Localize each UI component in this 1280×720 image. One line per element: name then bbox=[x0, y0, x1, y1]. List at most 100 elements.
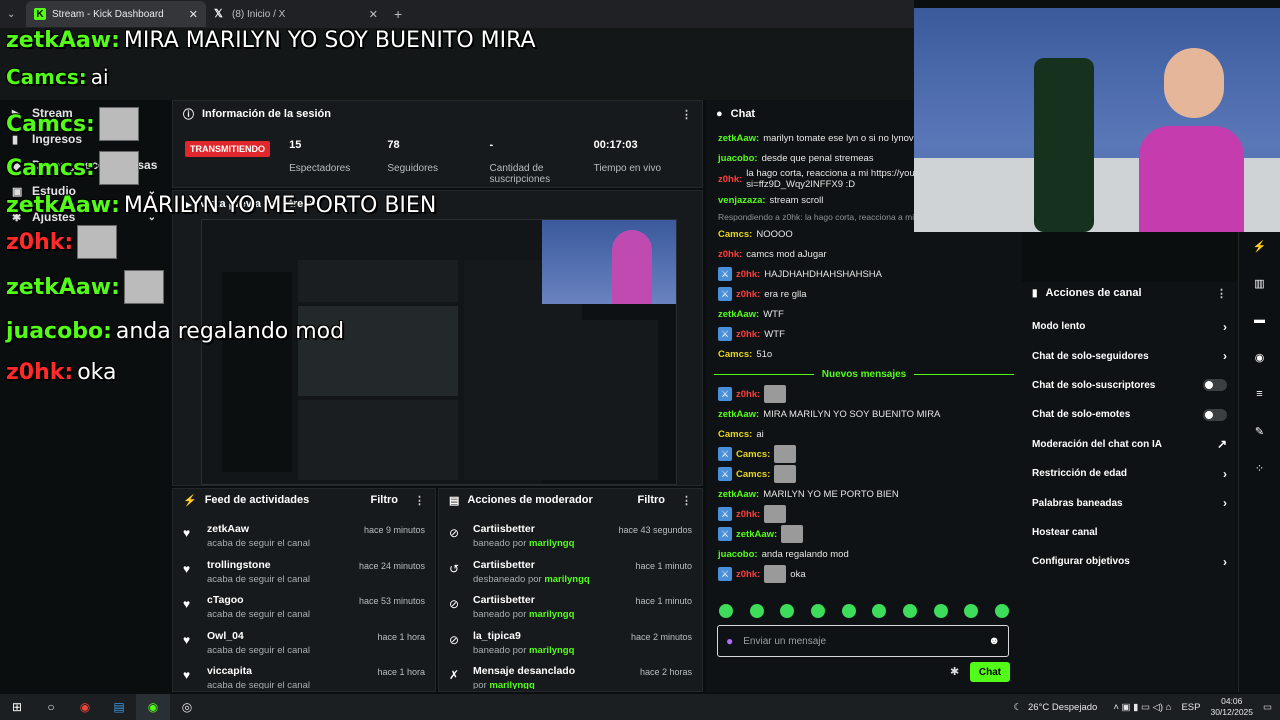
emote-shortcut-icon[interactable] bbox=[719, 604, 733, 618]
channel-action-row[interactable]: Modo lento › bbox=[1022, 312, 1237, 341]
moderator-name[interactable]: marilyngq bbox=[529, 645, 574, 656]
emote-shortcut-icon[interactable] bbox=[749, 604, 764, 618]
close-icon[interactable]: ✕ bbox=[369, 8, 378, 21]
activity-time: hace 53 minutos bbox=[358, 596, 425, 606]
channel-action-label: Configurar objetivos bbox=[1032, 556, 1130, 568]
emote-shortcut-icon[interactable] bbox=[810, 604, 825, 618]
microphone-icon[interactable]: ● bbox=[726, 634, 733, 648]
chat-username[interactable]: juacobo: bbox=[718, 549, 758, 560]
filter-button[interactable]: Filtro bbox=[638, 494, 666, 506]
chat-username[interactable]: Camcs: bbox=[718, 429, 752, 440]
moderator-name[interactable]: marilyngq bbox=[489, 680, 534, 689]
toggle-switch[interactable] bbox=[1203, 408, 1227, 421]
moderator-name[interactable]: marilyngq bbox=[529, 609, 574, 620]
chat-username[interactable]: z0hk: bbox=[736, 569, 760, 580]
tray-icons[interactable]: ˄ ▣ ▮ ▭ ◁) ⌂ bbox=[1113, 702, 1171, 713]
channel-action-row[interactable]: Chat de solo-seguidores › bbox=[1022, 341, 1237, 370]
activity-user[interactable]: cTagoo bbox=[207, 594, 310, 606]
chat-message: juacobo: anda regalando mod bbox=[706, 544, 1022, 564]
channel-action-row[interactable]: Chat de solo-suscriptores bbox=[1022, 371, 1237, 400]
overlay-text: MARILYN YO ME PORTO BIEN bbox=[123, 192, 437, 218]
x-icon: 𝕏 bbox=[214, 8, 223, 20]
filter-button[interactable]: Filtro bbox=[371, 494, 399, 506]
chat-username[interactable]: zetkAaw: bbox=[718, 409, 759, 420]
mod-action-target[interactable]: Cartiisbetter bbox=[473, 559, 590, 571]
chat-icon[interactable]: ▬ bbox=[1250, 310, 1270, 330]
chat-username[interactable]: zetkAaw: bbox=[718, 489, 759, 500]
notification-icon[interactable]: ▭ bbox=[1263, 702, 1272, 713]
chrome-active-icon[interactable]: ◉ bbox=[136, 694, 170, 720]
overlay-text: MIRA MARILYN YO SOY BUENITO MIRA bbox=[123, 27, 536, 53]
channel-action-row[interactable]: Chat de solo-emotes bbox=[1022, 400, 1237, 429]
mod-action-target[interactable]: Cartiisbetter bbox=[473, 523, 574, 535]
emote-shortcut-icon[interactable] bbox=[994, 604, 1009, 618]
activity-user[interactable]: viccapita bbox=[207, 665, 310, 677]
mod-action-target[interactable]: la_tipica9 bbox=[473, 630, 574, 642]
tab-x-home[interactable]: 𝕏 (8) Inicio / X ✕ bbox=[206, 1, 386, 27]
toggle-switch[interactable] bbox=[1203, 379, 1227, 392]
chat-username[interactable]: zetkAaw: bbox=[736, 529, 777, 540]
new-tab-button[interactable]: + bbox=[386, 1, 412, 27]
tab-menu[interactable]: ⌄ bbox=[0, 1, 26, 27]
files-icon[interactable]: ▤ bbox=[102, 694, 136, 720]
channel-action-label: Restricción de edad bbox=[1032, 468, 1128, 480]
emote-shortcut-icon[interactable] bbox=[780, 604, 795, 618]
emote-shortcut-icon[interactable] bbox=[964, 604, 979, 618]
channel-action-row[interactable]: Palabras baneadas › bbox=[1022, 488, 1237, 517]
emote-picker-icon[interactable]: ☻ bbox=[988, 635, 1000, 647]
mod-action-target[interactable]: Cartiisbetter bbox=[473, 594, 574, 606]
tab-kick-dashboard[interactable]: K Stream - Kick Dashboard ✕ bbox=[26, 1, 206, 27]
settings-gear-icon[interactable]: ✱ bbox=[950, 665, 959, 678]
more-icon[interactable]: ⋮ bbox=[1216, 287, 1227, 300]
panel-header: ⚡ Feed de actividades Filtro ⋮ bbox=[173, 489, 435, 511]
overlay-message: Camcs: bbox=[6, 102, 906, 146]
emote-shortcut-icon[interactable] bbox=[872, 604, 887, 618]
chat-input[interactable]: ● Enviar un mensaje ☻ bbox=[717, 625, 1009, 657]
activity-row: ♥ viccapita acaba de seguir el canal hace 1… bbox=[173, 665, 435, 689]
weather-text[interactable]: 26°C Despejado bbox=[1028, 702, 1097, 713]
activity-desc: acaba de seguir el canal bbox=[207, 573, 310, 585]
right-tool-rail: ⚡ ▥ ▬ ◉ ≡ ✎ ⁘ bbox=[1238, 232, 1280, 692]
send-chat-button[interactable]: Chat bbox=[970, 662, 1010, 682]
channel-action-list: Modo lento › Chat de solo-seguidores › Chat … bbox=[1022, 312, 1237, 577]
document-icon[interactable]: ▥ bbox=[1250, 273, 1270, 293]
emote-shortcut-icon[interactable] bbox=[841, 604, 856, 618]
clock[interactable]: 04:06 30/12/2025 bbox=[1210, 696, 1253, 718]
emote-shortcut-icon[interactable] bbox=[902, 604, 917, 618]
activity-row: ♥ Owl_04 acaba de seguir el canal hace 1 ho… bbox=[173, 630, 435, 666]
more-icon[interactable]: ⋮ bbox=[414, 494, 425, 507]
drag-handle-icon[interactable]: ▮ bbox=[1032, 288, 1038, 299]
channel-action-row[interactable]: Moderación del chat con IA ↗ bbox=[1022, 430, 1237, 459]
overlay-message: Camcs: bbox=[6, 146, 906, 190]
chevron-right-icon: › bbox=[1223, 349, 1227, 364]
activity-user[interactable]: trollingstone bbox=[207, 559, 310, 571]
broadcast-icon[interactable]: ◉ bbox=[1250, 347, 1270, 367]
obs-icon[interactable]: ◎ bbox=[170, 694, 204, 720]
language-indicator[interactable]: ESP bbox=[1181, 702, 1200, 713]
channel-action-row[interactable]: Hostear canal bbox=[1022, 518, 1237, 547]
search-icon[interactable]: ○ bbox=[34, 694, 68, 720]
windows-start-icon[interactable]: ⊞ bbox=[0, 694, 34, 720]
heart-icon: ♥ bbox=[183, 597, 191, 611]
emote-shortcut-icon[interactable] bbox=[933, 604, 948, 618]
activity-user[interactable]: Owl_04 bbox=[207, 630, 310, 642]
channel-action-row[interactable]: Configurar objetivos › bbox=[1022, 547, 1237, 576]
activity-user[interactable]: zetkAaw bbox=[207, 523, 310, 535]
chrome-icon[interactable]: ◉ bbox=[68, 694, 102, 720]
moderator-name[interactable]: marilyngq bbox=[544, 574, 589, 585]
list-icon[interactable]: ≡ bbox=[1250, 384, 1270, 404]
wrench-icon[interactable]: ✎ bbox=[1250, 421, 1270, 441]
moderator-name[interactable]: marilyngq bbox=[529, 538, 574, 549]
overlay-emote-image bbox=[123, 270, 164, 304]
channel-action-row[interactable]: Restricción de edad › bbox=[1022, 459, 1237, 488]
chat-username[interactable]: z0hk: bbox=[736, 509, 760, 520]
chevron-right-icon: › bbox=[1223, 466, 1227, 481]
grid-icon[interactable]: ⁘ bbox=[1250, 458, 1270, 478]
chat-username[interactable]: Camcs: bbox=[736, 449, 770, 460]
emote-image bbox=[774, 445, 797, 463]
weather-icon: ☾ bbox=[1013, 701, 1023, 713]
bolt-icon[interactable]: ⚡ bbox=[1250, 236, 1270, 256]
chat-username[interactable]: Camcs: bbox=[736, 469, 770, 480]
close-icon[interactable]: ✕ bbox=[189, 8, 198, 21]
more-icon[interactable]: ⋮ bbox=[681, 494, 692, 507]
